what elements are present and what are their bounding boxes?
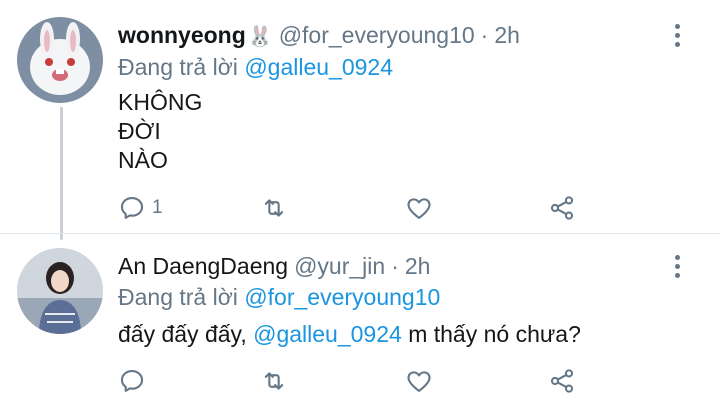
separator-dot: · <box>391 253 399 279</box>
retweet-button[interactable] <box>260 193 294 223</box>
more-vertical-icon[interactable] <box>674 24 680 47</box>
user-handle[interactable]: @for_everyoung10 <box>279 22 475 49</box>
tweet-divider <box>0 233 720 234</box>
like-button[interactable] <box>405 193 439 223</box>
share-button[interactable] <box>548 193 576 223</box>
reply-icon <box>120 197 144 219</box>
rabbit-emoji: 🐰 <box>247 26 273 48</box>
replying-to-label: Đang trả lời <box>118 54 238 80</box>
replying-to-label: Đang trả lời <box>118 284 238 310</box>
timestamp[interactable]: 2h <box>494 22 520 49</box>
share-icon <box>550 196 574 220</box>
retweet-icon <box>264 199 284 217</box>
body-mention[interactable]: @galleu_0924 <box>253 321 402 347</box>
avatar[interactable] <box>17 17 103 103</box>
avatar[interactable] <box>17 248 103 334</box>
share-icon <box>550 369 574 393</box>
tweet-body-line: NÀO <box>118 147 168 173</box>
reply-button[interactable] <box>118 366 152 396</box>
share-button[interactable] <box>548 366 576 396</box>
timestamp[interactable]: 2h <box>405 253 431 280</box>
retweet-button[interactable] <box>260 366 294 396</box>
user-handle[interactable]: @yur_jin <box>294 253 385 280</box>
display-name[interactable]: An DaengDaeng <box>118 253 288 280</box>
separator-dot: · <box>480 22 489 48</box>
retweet-icon <box>264 372 284 390</box>
display-name[interactable]: wonnyeong <box>118 22 246 49</box>
tweet-body-line: KHÔNG <box>118 89 203 115</box>
tweet-body: KHÔNG ĐỜI NÀO <box>118 88 202 175</box>
thread-connector <box>60 107 63 240</box>
tweet-body-line: ĐỜI <box>118 118 161 144</box>
like-button[interactable] <box>405 366 439 396</box>
tweet-body: đấy đấy đấy, @galleu_0924 m thấy nó chưa… <box>118 320 581 349</box>
tweet-header: An DaengDaeng @yur_jin · 2h <box>118 253 430 280</box>
replying-to-mention[interactable]: @galleu_0924 <box>244 54 393 80</box>
tweet-body-text: đấy đấy đấy, <box>118 321 254 347</box>
rabbit-avatar-image <box>17 17 103 103</box>
tweet-body-text: m thấy nó chưa? <box>401 321 581 347</box>
reply-button[interactable]: 1 <box>118 193 163 223</box>
reply-icon <box>120 370 144 392</box>
more-vertical-icon[interactable] <box>674 255 680 278</box>
reply-count: 1 <box>152 197 163 218</box>
tweet-actions <box>118 366 588 396</box>
replying-to: Đang trả lời @for_everyoung10 <box>118 284 440 311</box>
heart-icon <box>407 198 431 219</box>
replying-to-mention[interactable]: @for_everyoung10 <box>244 284 440 310</box>
tweet-actions: 1 <box>118 193 588 223</box>
profile-photo <box>17 248 103 334</box>
tweet-header: wonnyeong 🐰 @for_everyoung10 · 2h <box>118 22 520 49</box>
replying-to: Đang trả lời @galleu_0924 <box>118 54 393 81</box>
heart-icon <box>407 371 431 392</box>
